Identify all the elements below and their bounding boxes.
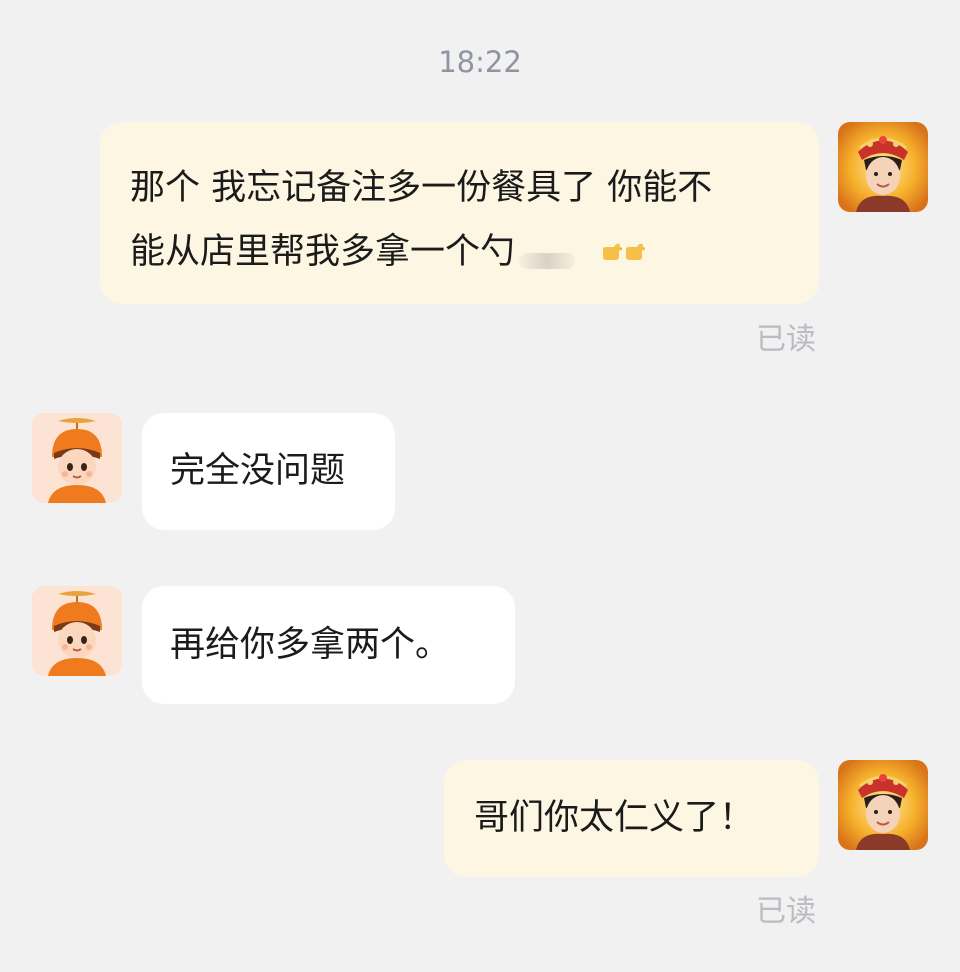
blurred-text [519, 253, 576, 269]
message-bubble-rider[interactable]: 再给你多拿两个。 [142, 586, 515, 704]
chat-timestamp: 18:22 [438, 45, 522, 79]
delivery-rider-avatar-icon [32, 586, 122, 676]
self-avatar[interactable] [838, 760, 928, 850]
read-status: 已读 [756, 894, 816, 929]
read-status: 已读 [756, 322, 816, 357]
pointing-hand-emoji-icon [603, 243, 646, 260]
message-text-line-2: 能从店里帮我多拿一个勺 [130, 220, 789, 284]
message-text-line: 那个 我忘记备注多一份餐具了 你能不 [130, 168, 713, 208]
rider-avatar[interactable] [32, 413, 122, 503]
message-text: 哥们你太仁义了！ [474, 798, 755, 838]
self-avatar[interactable] [838, 122, 928, 212]
message-bubble-rider[interactable]: 完全没问题 [142, 413, 395, 530]
message-text: 再给你多拿两个。 [170, 625, 451, 665]
rider-avatar[interactable] [32, 586, 122, 676]
child-deity-avatar-icon [838, 760, 928, 850]
message-bubble-self[interactable]: 哥们你太仁义了！ [444, 760, 819, 877]
message-text: 能从店里帮我多拿一个勺 [130, 232, 516, 272]
delivery-rider-avatar-icon [32, 413, 122, 503]
message-bubble-self[interactable]: 那个 我忘记备注多一份餐具了 你能不 能从店里帮我多拿一个勺 [100, 122, 819, 304]
message-text: 完全没问题 [170, 451, 346, 491]
child-deity-avatar-icon [838, 122, 928, 212]
